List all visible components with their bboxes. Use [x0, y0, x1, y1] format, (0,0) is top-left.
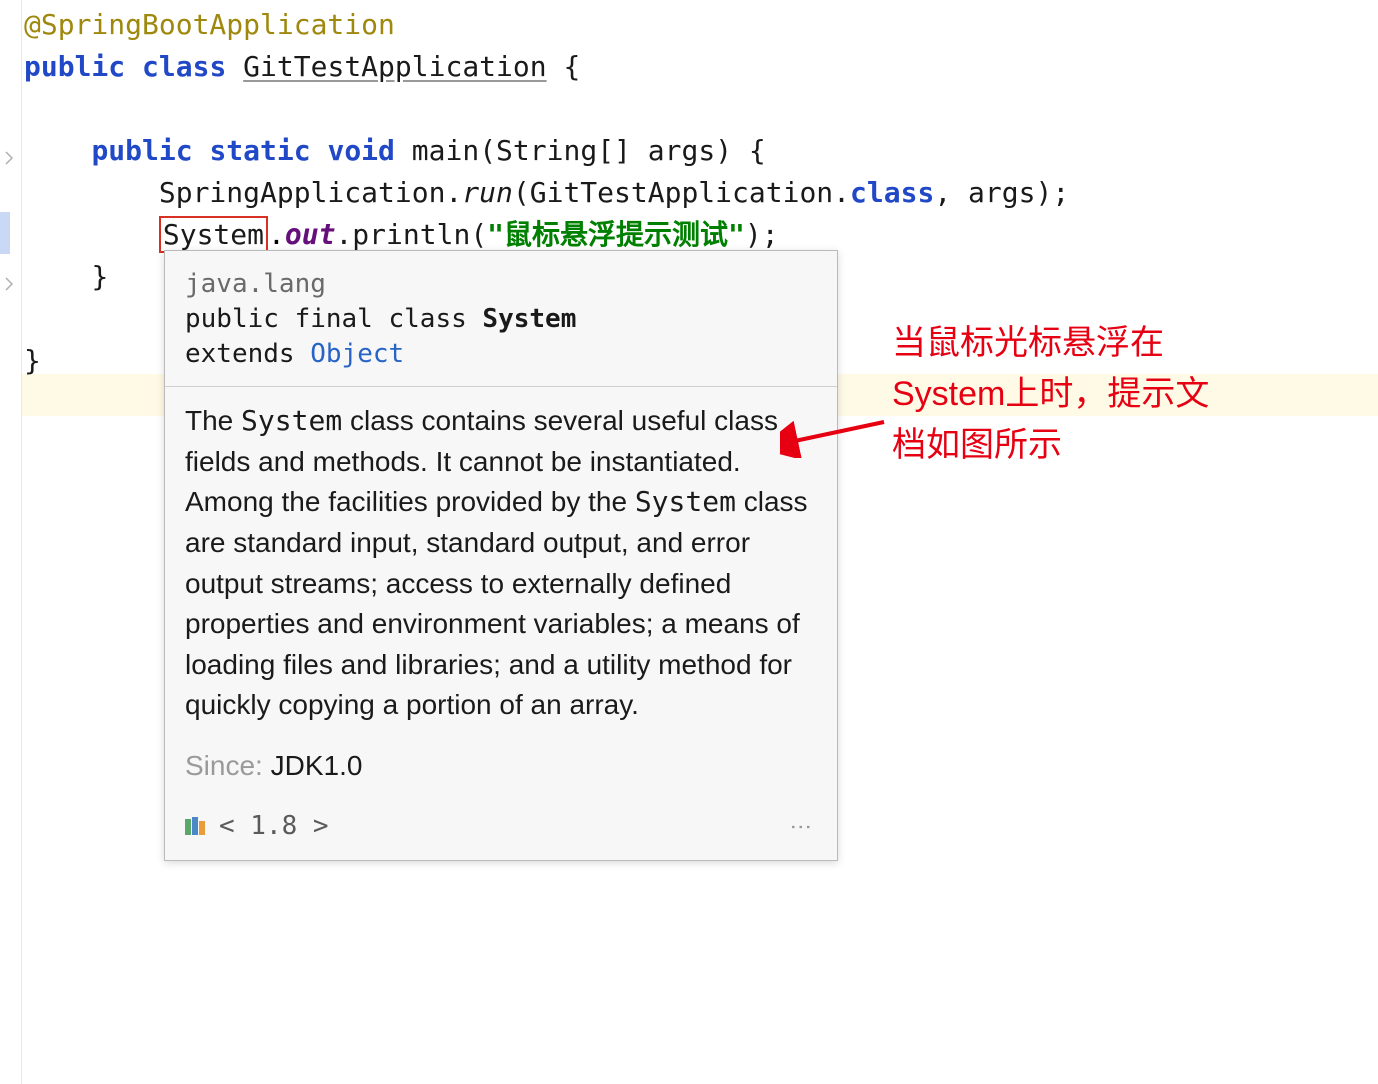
doc-class-name: System [482, 304, 576, 334]
doc-signature: java.lang public final class System exte… [165, 251, 837, 387]
jdk-version-nav[interactable]: < 1.8 > [219, 807, 329, 846]
doc-superclass-link[interactable]: Object [310, 339, 404, 369]
code-line [24, 88, 1378, 130]
annotation-note: 当鼠标光标悬浮在System上时，提示文档如图所示 [892, 318, 1232, 471]
more-options-icon[interactable]: ⋮ [784, 816, 817, 836]
code-line: SpringApplication.run(GitTestApplication… [24, 172, 1378, 214]
field-out: out [285, 218, 336, 251]
doc-since: Since: JDK1.0 [185, 746, 817, 787]
code-line: @SpringBootApplication [24, 4, 1378, 46]
documentation-popup[interactable]: java.lang public final class System exte… [164, 250, 838, 861]
string-literal: "鼠标悬浮提示测试" [487, 218, 745, 251]
hover-target-system[interactable]: System [159, 216, 268, 253]
annotation: @SpringBootApplication [24, 8, 395, 41]
doc-body: The System class contains several useful… [165, 387, 837, 800]
annotation-arrow-icon [780, 414, 890, 458]
code-line: public class GitTestApplication { [24, 46, 1378, 88]
library-icon [185, 815, 209, 837]
class-name: GitTestApplication [243, 50, 546, 83]
doc-footer: < 1.8 > ⋮ [165, 801, 837, 860]
doc-package: java.lang [185, 267, 817, 302]
code-line: public static void main(String[] args) { [24, 130, 1378, 172]
